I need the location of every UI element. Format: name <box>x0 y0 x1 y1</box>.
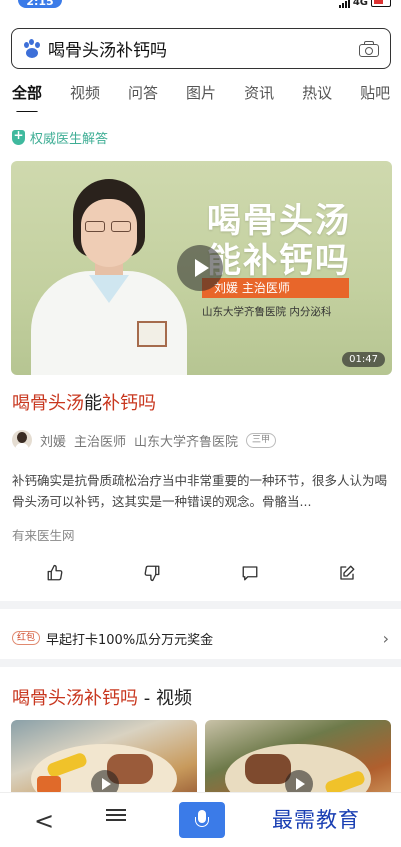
author-hospital: 山东大学齐鲁医院 <box>134 434 239 450</box>
back-icon[interactable]: < <box>34 807 54 835</box>
promo-banner[interactable]: 红包 早起打卡100%瓜分万元奖金 › <box>0 620 401 656</box>
section-divider-2 <box>0 659 401 667</box>
network-label: 4G <box>352 0 368 8</box>
doctor-image <box>31 171 187 375</box>
comment-icon[interactable] <box>241 564 259 582</box>
voice-search-button[interactable] <box>179 802 225 838</box>
camera-icon[interactable] <box>358 40 380 58</box>
signal-icon <box>338 0 350 8</box>
tab-video[interactable]: 视频 <box>70 78 100 112</box>
baidu-paw-icon <box>22 38 42 59</box>
thumbs-down-icon[interactable] <box>143 564 161 582</box>
result-title-link[interactable]: 喝骨头汤能补钙吗 <box>12 389 156 415</box>
red-packet-tag: 红包 <box>12 631 41 645</box>
tab-news[interactable]: 资讯 <box>244 78 274 112</box>
action-bar <box>0 560 401 588</box>
authority-text: 权威医生解答 <box>30 132 109 147</box>
tab-images[interactable]: 图片 <box>186 78 216 112</box>
authority-label: 权威医生解答 <box>12 128 108 147</box>
video-player[interactable]: 喝骨头汤 能补钙吗 刘媛 主治医师 山东大学齐鲁医院 内分泌科 01:47 <box>11 161 392 375</box>
tab-tieba[interactable]: 贴吧 <box>360 78 390 112</box>
result-title-highlight: 喝骨头汤 <box>12 393 84 414</box>
search-input[interactable]: 喝骨头汤补钙吗 <box>48 36 358 61</box>
video-section-title-suffix: - 视频 <box>138 688 192 709</box>
chevron-right-icon[interactable]: › <box>383 629 389 648</box>
play-button[interactable] <box>177 245 223 291</box>
video-doctor-label: 刘媛 主治医师 <box>202 278 349 298</box>
author-title: 主治医师 <box>74 434 127 450</box>
video-hospital-label: 山东大学齐鲁医院 内分泌科 <box>202 306 332 318</box>
result-source: 有来医生网 <box>12 528 75 543</box>
hospital-grade-badge: 三甲 <box>246 432 277 448</box>
menu-icon[interactable] <box>106 806 126 826</box>
tab-discussion[interactable]: 热议 <box>302 78 332 112</box>
author-row[interactable]: 刘媛 主治医师 山东大学齐鲁医院 三甲 <box>12 430 277 450</box>
author-name: 刘媛 <box>40 434 67 450</box>
thumbs-up-icon[interactable] <box>46 564 64 582</box>
video-section-title[interactable]: 喝骨头汤补钙吗 - 视频 <box>12 684 192 710</box>
microphone-icon <box>195 810 209 827</box>
battery-icon <box>371 0 391 7</box>
search-tabs: 全部 视频 问答 图片 资讯 热议 贴吧 <box>0 78 401 112</box>
avatar <box>12 430 32 450</box>
status-bar: 2:15 4G <box>0 0 401 14</box>
search-box[interactable]: 喝骨头汤补钙吗 <box>11 28 391 69</box>
shield-icon <box>12 128 25 145</box>
video-duration: 01:47 <box>342 352 385 367</box>
status-time: 2:15 <box>18 0 62 8</box>
video-title-line2: 能补钙吗 <box>207 241 351 281</box>
watermark: 最需教育 <box>272 808 360 832</box>
video-section-title-highlight: 喝骨头汤补钙吗 <box>12 688 138 709</box>
result-title-plain: 能 <box>84 393 102 414</box>
tab-all[interactable]: 全部 <box>12 78 42 112</box>
section-divider <box>0 601 401 609</box>
result-snippet[interactable]: 补钙确实是抗骨质疏松治疗当中非常重要的一种环节，很多人认为喝骨头汤可以补钙，这其… <box>12 470 392 512</box>
edit-icon[interactable] <box>338 564 356 582</box>
promo-text: 早起打卡100%瓜分万元奖金 <box>46 632 214 648</box>
tab-qa[interactable]: 问答 <box>128 78 158 112</box>
status-indicators: 4G <box>338 0 391 8</box>
result-title-highlight-2: 补钙吗 <box>102 393 156 414</box>
